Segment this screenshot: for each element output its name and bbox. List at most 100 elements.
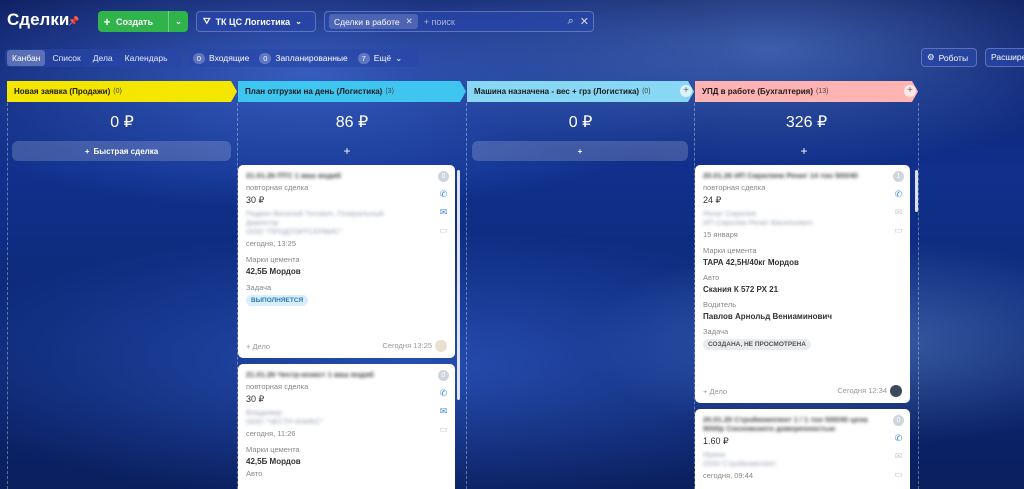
counter-more-label: Ещё <box>373 53 392 63</box>
column-header-upd[interactable]: УПД в работе (Бухгалтерия) (13) + <box>695 81 918 102</box>
activity-time: Сегодня 13:25 <box>382 340 432 350</box>
field-value: 42,5Б Мордов <box>246 267 301 276</box>
deal-company[interactable]: ООО "ЧЕСТР-КНИКС" <box>246 417 447 426</box>
deal-type: повторная сделка <box>246 183 309 192</box>
activity-count: 1 <box>893 171 904 182</box>
field-value: ТАРА 42,5Н/40кг Мордов <box>703 258 799 267</box>
add-column-icon[interactable]: + <box>680 85 692 97</box>
counter-incoming[interactable]: 0 Входящие <box>193 52 250 64</box>
column-divider <box>918 103 919 489</box>
add-column-icon[interactable]: + <box>904 85 916 97</box>
chat-icon[interactable]: ▭ <box>439 225 448 236</box>
scrollbar[interactable] <box>915 170 918 212</box>
page-title: Сделки <box>7 10 70 29</box>
filter-chip[interactable]: Сделки в работе ✕ <box>329 14 418 29</box>
column-divider <box>7 103 8 489</box>
avatar[interactable] <box>435 340 447 352</box>
create-button[interactable]: + Создать ⌄ <box>98 11 188 32</box>
deal-contact[interactable]: Ренат Сирилев <box>703 209 902 218</box>
column-count: (0) <box>642 88 651 95</box>
extensions-button[interactable]: Расшире <box>985 48 1024 67</box>
deal-contact[interactable]: Ирина <box>703 450 902 459</box>
column-header-truck[interactable]: Машина назначена - вес + грз (Логистика)… <box>467 81 694 102</box>
column-title: План отгрузки на день (Логистика) <box>245 87 383 96</box>
filter-chip-label: Сделки в работе <box>334 16 400 27</box>
tab-kanban[interactable]: Канбан <box>7 50 46 66</box>
field-value: Павлов Арнольд Вениаминович <box>703 312 832 321</box>
phone-icon[interactable]: ✆ <box>895 433 903 444</box>
deal-title[interactable]: 21.01.26 ПТС 1 ваш водиб <box>246 171 447 180</box>
deal-amount: 30 ₽ <box>246 195 265 205</box>
avatar[interactable] <box>890 385 902 397</box>
deal-company[interactable]: ООО Стройкомплект <box>703 459 902 468</box>
clear-icon[interactable]: ✕ <box>580 15 589 28</box>
column-header-new[interactable]: Новая заявка (Продажи) (0) <box>7 81 237 102</box>
mail-icon[interactable]: ✉ <box>895 451 903 462</box>
deal-title[interactable]: 20.01.26 ИП Сириляев Ренат 14 тон 500/40 <box>703 171 902 180</box>
add-activity-link[interactable]: + Дело <box>703 387 727 396</box>
scrollbar[interactable] <box>457 170 460 400</box>
add-deal-plus-icon[interactable]: + <box>695 144 913 158</box>
counter-planned-label: Запланированные <box>275 53 348 63</box>
view-tabs: Канбан Список Дела Календарь <box>5 49 181 67</box>
activity-time: Сегодня 12:34 <box>837 385 887 395</box>
phone-icon[interactable]: ✆ <box>895 189 903 200</box>
chat-icon[interactable]: ▭ <box>894 225 903 236</box>
deal-card[interactable]: 21.01.26 ПТС 1 ваш водиб повторная сделк… <box>238 165 455 358</box>
add-activity-link[interactable]: + Дело <box>246 342 270 351</box>
deal-card[interactable]: 20.01.26 ИП Сириляев Ренат 14 тон 500/40… <box>695 165 910 403</box>
add-deal-plus-icon[interactable]: + <box>238 144 456 158</box>
create-button-label: Создать <box>116 16 154 27</box>
deal-date: сегодня, 13:25 <box>246 239 297 248</box>
search-icon[interactable]: ⌕ <box>568 15 574 28</box>
mail-icon[interactable]: ✉ <box>440 406 448 417</box>
funnel-selector[interactable]: ⛛ ТК ЦС Логистика ⌄ <box>196 11 316 32</box>
deal-card[interactable]: 20.01.26 Стройкомплект 1 / 1 тон 500/40 … <box>695 409 910 489</box>
column-title: Новая заявка (Продажи) <box>14 87 111 96</box>
counter-planned[interactable]: 0 Запланированные <box>259 52 348 64</box>
tab-list[interactable]: Список <box>47 50 85 66</box>
chat-icon[interactable]: ▭ <box>894 469 903 480</box>
chat-icon[interactable]: ▭ <box>439 424 448 435</box>
mail-icon[interactable]: ✉ <box>440 207 448 218</box>
phone-icon[interactable]: ✆ <box>440 388 448 399</box>
activity-count: 0 <box>438 370 449 381</box>
field-label: Авто <box>703 273 720 282</box>
quick-deal-button[interactable]: + Быстрая сделка <box>12 141 231 161</box>
chevron-down-icon[interactable]: ⌄ <box>168 11 188 32</box>
add-deal-button[interactable]: + <box>472 141 688 161</box>
quick-deal-label: Быстрая сделка <box>93 146 159 156</box>
pin-icon[interactable]: 📌 <box>68 16 79 26</box>
task-status-badge: ВЫПОЛНЯЕТСЯ <box>246 295 309 306</box>
plus-icon: + <box>84 146 90 156</box>
robots-button[interactable]: ⚙ Роботы <box>921 48 977 67</box>
deal-type: повторная сделка <box>246 382 309 391</box>
column-count: (3) <box>385 88 394 95</box>
field-label: Марки цемента <box>703 246 757 255</box>
column-sum: 0 ₽ <box>568 114 593 131</box>
counters-bar: 0 Входящие 0 Запланированные 7 Ещё ⌄ <box>189 49 419 67</box>
deal-title[interactable]: 20.01.26 Стройкомплект 1 / 1 тон 500/40 … <box>703 415 873 433</box>
counter-more[interactable]: 7 Ещё ⌄ <box>357 52 402 64</box>
task-status-badge: СОЗДАНА, НЕ ПРОСМОТРЕНА <box>703 339 811 350</box>
column-count: (0) <box>113 88 122 95</box>
deal-company[interactable]: ООО "ПРОДТОРГСЕРВИС" <box>246 227 447 236</box>
deal-card[interactable]: 21.01.26 Честр-кеикст 1 ваш водиб повтор… <box>238 364 455 489</box>
deal-date: сегодня, 09:44 <box>703 471 754 480</box>
column-header-plan[interactable]: План отгрузки на день (Логистика) (3) <box>238 81 466 102</box>
tab-activities[interactable]: Дела <box>88 50 118 66</box>
search-input[interactable]: + поиск <box>424 17 562 27</box>
field-label: Задача <box>703 327 729 336</box>
deal-contact[interactable]: Подкин Виталий Титович, Генеральный Дире… <box>246 209 396 227</box>
deal-title[interactable]: 21.01.26 Честр-кеикст 1 ваш водиб <box>246 370 447 379</box>
deal-contact[interactable]: Владимир <box>246 408 447 417</box>
close-icon[interactable]: ✕ <box>406 16 413 27</box>
field-label: Задача <box>246 283 272 292</box>
counter-incoming-label: Входящие <box>209 53 250 63</box>
tab-calendar[interactable]: Календарь <box>120 50 173 66</box>
plus-icon: + <box>577 146 583 156</box>
deal-company[interactable]: ИП Сирилев Ренат Васильевич <box>703 218 902 227</box>
phone-icon[interactable]: ✆ <box>440 189 448 200</box>
search-bar[interactable]: Сделки в работе ✕ + поиск ⌕ ✕ <box>324 11 594 32</box>
mail-icon[interactable]: ✉ <box>895 207 903 218</box>
